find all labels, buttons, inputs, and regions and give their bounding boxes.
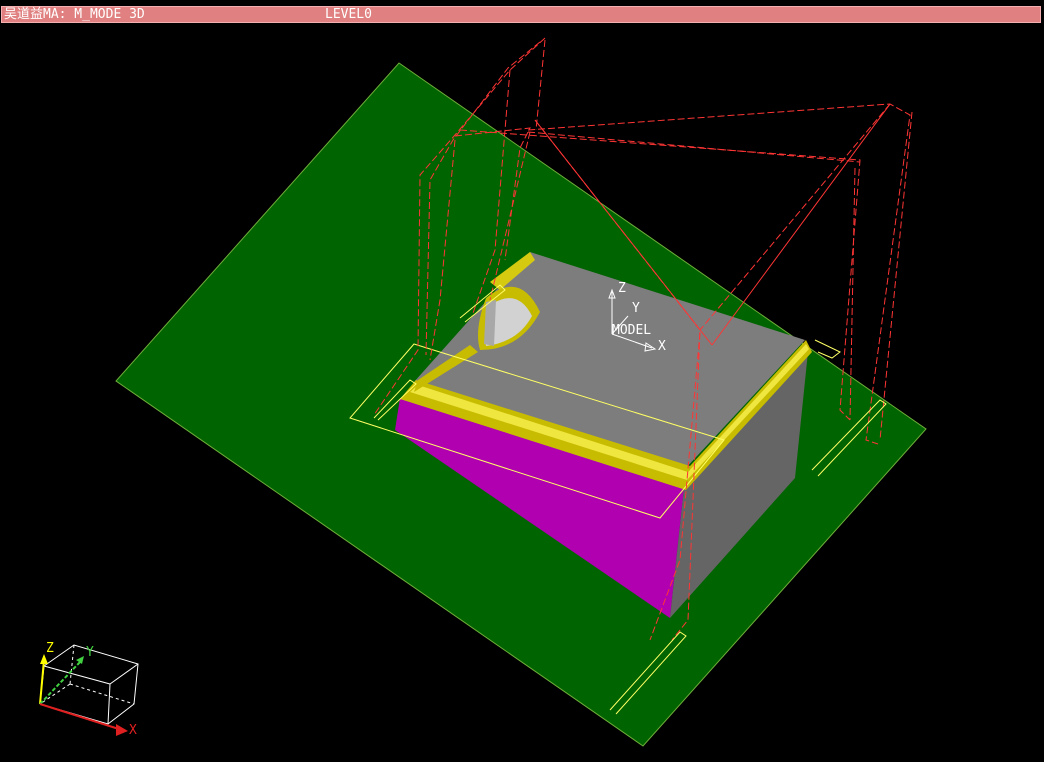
scene-canvas[interactable]: Z Y X MODEL Z Y X (0, 24, 1044, 758)
window-title: 吴道益MA: M_MODE 3D (4, 7, 145, 22)
model-triad-x-label: X (658, 339, 666, 354)
model-triad-z-label: Z (618, 281, 626, 296)
view-triad-z-axis (39, 659, 45, 705)
view-triad-y-label: Y (86, 645, 94, 660)
view-triad-z-label: Z (46, 641, 54, 656)
level-indicator: LEVEL0 (325, 7, 372, 22)
window-title-bar[interactable]: 吴道益MA: M_MODE 3D LEVEL0 (1, 6, 1041, 23)
view-triad-y-axis (39, 661, 81, 705)
view-triad-x-label: X (129, 723, 137, 738)
graphics-viewport[interactable]: Z Y X MODEL Z Y X (0, 24, 1044, 758)
model-triad-label: MODEL (612, 323, 651, 338)
view-triad-x-axis (39, 703, 123, 731)
model-triad-y-label: Y (632, 301, 640, 316)
